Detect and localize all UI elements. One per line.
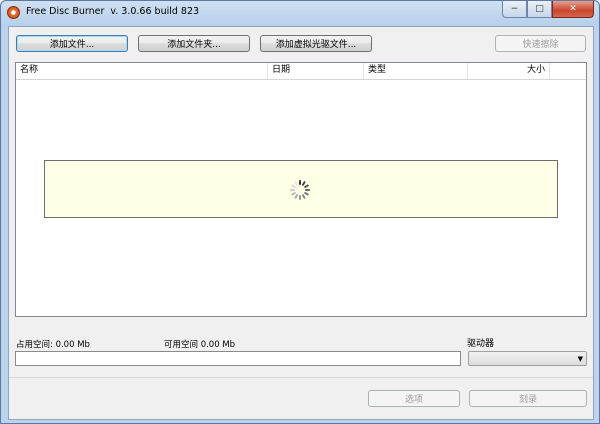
dropdown-arrow-icon[interactable]: ▼ [578,355,583,363]
burn-progress-bar [15,351,461,366]
add-folder-button[interactable]: 添加文件夹... [138,35,250,52]
app-window: Free Disc Burner v. 3.0.66 build 823 − □ … [0,0,600,424]
column-header-size[interactable]: 大小 [468,63,550,79]
caption-buttons: − □ ✕ [502,1,594,18]
app-version: v. 3.0.66 build 823 [110,6,200,17]
column-header-type[interactable]: 类型 [364,63,468,79]
title-bar[interactable]: Free Disc Burner v. 3.0.66 build 823 − □ … [1,1,599,25]
quick-erase-button[interactable]: 快速擦除 [495,35,586,52]
options-button[interactable]: 选项 [368,390,460,407]
window-title: Free Disc Burner v. 3.0.66 build 823 [26,6,199,17]
close-button[interactable]: ✕ [552,1,594,18]
loading-panel [44,160,558,218]
burn-button[interactable]: 刻录 [469,390,587,407]
drive-select[interactable]: ▼ [468,351,587,366]
free-space-label: 可用空间 0.00 Mb [164,340,236,350]
column-header-filler [550,63,586,79]
maximize-icon: □ [535,4,544,14]
footer-separator [9,377,593,378]
app-name: Free Disc Burner [26,6,105,17]
disc-app-icon [7,6,20,19]
used-space-label: 占用空间: 0.00 Mb [16,340,90,350]
add-files-button[interactable]: 添加文件... [16,35,128,52]
file-list-header: 名称 日期 类型 大小 [16,63,586,80]
column-header-date[interactable]: 日期 [268,63,364,79]
minimize-button[interactable]: − [502,1,527,18]
drive-label: 驱动器 [467,339,495,349]
add-virtual-drive-files-button[interactable]: 添加虚拟光驱文件... [260,35,372,52]
column-header-name[interactable]: 名称 [16,63,268,79]
main-panel: 添加文件... 添加文件夹... 添加虚拟光驱文件... 快速擦除 名称 日期 … [8,26,594,420]
maximize-button[interactable]: □ [527,1,552,18]
file-list[interactable]: 名称 日期 类型 大小 [15,62,587,317]
close-icon: ✕ [569,4,577,14]
minimize-icon: − [510,4,519,14]
loading-spinner-icon [290,180,310,200]
